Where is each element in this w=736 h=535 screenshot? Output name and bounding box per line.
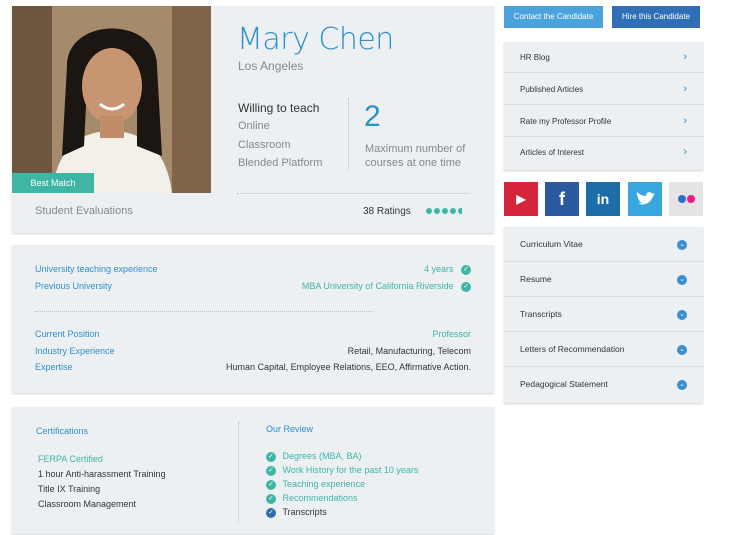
mode-blended: Blended Platform [238, 157, 323, 169]
doc-label: Letters of Recommendation [520, 344, 625, 354]
review-item-work-history: ✓ Work History for the past 10 years [266, 465, 418, 476]
link-label: HR Blog [520, 53, 550, 62]
exp-value-position: Professor [432, 329, 471, 339]
chevron-right-icon: › [683, 115, 687, 127]
exp-label-industry: Industry Experience [35, 346, 115, 356]
certifications-title: Certifications [36, 426, 89, 436]
exp-value-teaching: 4 years ✓ [424, 264, 471, 275]
link-label: Articles of Interest [520, 148, 585, 157]
chevron-down-icon: ⌄ [677, 380, 687, 390]
link-label: Published Articles [520, 85, 584, 94]
link-rate-professor[interactable]: Rate my Professor Profile › [504, 106, 703, 137]
check-icon: ✓ [266, 507, 276, 518]
doc-label: Curriculum Vitae [520, 239, 583, 249]
exp-label-position: Current Position [35, 329, 100, 339]
divider [237, 193, 469, 194]
exp-label-university: Previous University [35, 281, 113, 291]
doc-letters-of-recommendation[interactable]: Letters of Recommendation ⌄ [504, 332, 703, 367]
chevron-down-icon: ⌄ [677, 310, 687, 320]
cert-item-harassment: 1 hour Anti-harassment Training [38, 469, 166, 479]
willing-to-teach-label: Willing to teach [238, 101, 320, 115]
exp-value-university: MBA University of California Riverside ✓ [302, 281, 471, 292]
candidate-location: Los Angeles [238, 59, 304, 73]
ratings-text: 38 Ratings [363, 206, 411, 217]
exp-label-expertise: Expertise [35, 362, 73, 372]
doc-label: Pedagogical Statement [520, 379, 608, 389]
mode-classroom: Classroom [238, 139, 291, 151]
review-item-transcripts: ✓ Transcripts [266, 507, 327, 518]
our-review-title: Our Review [266, 424, 314, 434]
review-item-text: Teaching experience [282, 479, 366, 489]
contact-candidate-button[interactable]: Contact the Candidate [504, 6, 603, 28]
review-item-recommendations: ✓ Recommendations [266, 493, 358, 504]
doc-curriculum-vitae[interactable]: Curriculum Vitae ⌄ [504, 227, 703, 262]
chevron-down-icon: ⌄ [677, 275, 687, 285]
max-courses-label-2: courses at one time [365, 157, 461, 169]
rating-dots [425, 208, 462, 215]
review-item-text: Degrees (MBA, BA) [282, 451, 362, 461]
facebook-icon[interactable]: f [545, 182, 579, 216]
mode-online: Online [238, 120, 270, 132]
portrait-image [12, 6, 211, 193]
documents-card: Curriculum Vitae ⌄ Resume ⌄ Transcripts … [504, 227, 703, 403]
doc-pedagogical-statement[interactable]: Pedagogical Statement ⌄ [504, 367, 703, 402]
doc-label: Transcripts [520, 309, 562, 319]
exp-value-expertise: Human Capital, Employee Relations, EEO, … [226, 362, 471, 372]
links-card: HR Blog › Published Articles › Rate my P… [504, 42, 703, 170]
flickr-icon[interactable] [669, 182, 703, 216]
doc-label: Resume [520, 274, 552, 284]
review-item-teaching: ✓ Teaching experience [266, 479, 365, 490]
divider [35, 311, 373, 312]
check-icon: ✓ [461, 281, 471, 292]
cert-item-title-ix: Title IX Training [38, 484, 101, 494]
check-icon: ✓ [461, 264, 471, 275]
chevron-right-icon: › [683, 83, 687, 95]
youtube-icon[interactable]: ▶ [504, 182, 538, 216]
doc-resume[interactable]: Resume ⌄ [504, 262, 703, 297]
chevron-down-icon: ⌄ [677, 240, 687, 250]
link-published-articles[interactable]: Published Articles › [504, 74, 703, 105]
link-hr-blog[interactable]: HR Blog › [504, 42, 703, 73]
max-courses-label: Maximum number of [365, 143, 466, 155]
chevron-right-icon: › [683, 146, 687, 158]
chevron-right-icon: › [683, 51, 687, 63]
divider [348, 98, 349, 170]
exp-value-industry: Retail, Manufacturing, Telecom [347, 346, 471, 356]
link-articles-of-interest[interactable]: Articles of Interest › [504, 137, 703, 168]
review-item-text: Recommendations [282, 493, 358, 503]
profile-photo [12, 6, 211, 193]
candidate-name: Mary Chen [237, 22, 394, 57]
exp-value-text: 4 years [423, 264, 454, 274]
doc-transcripts[interactable]: Transcripts ⌄ [504, 297, 703, 332]
divider [238, 422, 239, 522]
twitter-icon[interactable] [628, 182, 662, 216]
hire-candidate-button[interactable]: Hire this Candidate [612, 6, 700, 28]
exp-label-teaching: University teaching experience [35, 264, 158, 274]
check-icon: ✓ [266, 479, 276, 490]
student-evaluations-label: Student Evaluations [35, 205, 133, 217]
best-match-badge: Best Match [12, 173, 94, 193]
chevron-down-icon: ⌄ [677, 345, 687, 355]
review-item-degrees: ✓ Degrees (MBA, BA) [266, 451, 362, 462]
check-icon: ✓ [266, 451, 276, 462]
ratings-count[interactable]: 38 Ratings [363, 206, 462, 217]
exp-value-text: MBA University of California Riverside [301, 281, 454, 291]
check-icon: ✓ [266, 465, 276, 476]
cert-item-ferpa: FERPA Certified [38, 454, 103, 464]
cert-item-classroom: Classroom Management [38, 499, 137, 509]
review-item-text: Transcripts [282, 507, 327, 517]
max-courses-number: 2 [364, 100, 381, 133]
linkedin-icon[interactable]: in [586, 182, 620, 216]
check-icon: ✓ [266, 493, 276, 504]
link-label: Rate my Professor Profile [520, 117, 612, 126]
review-item-text: Work History for the past 10 years [282, 465, 419, 475]
